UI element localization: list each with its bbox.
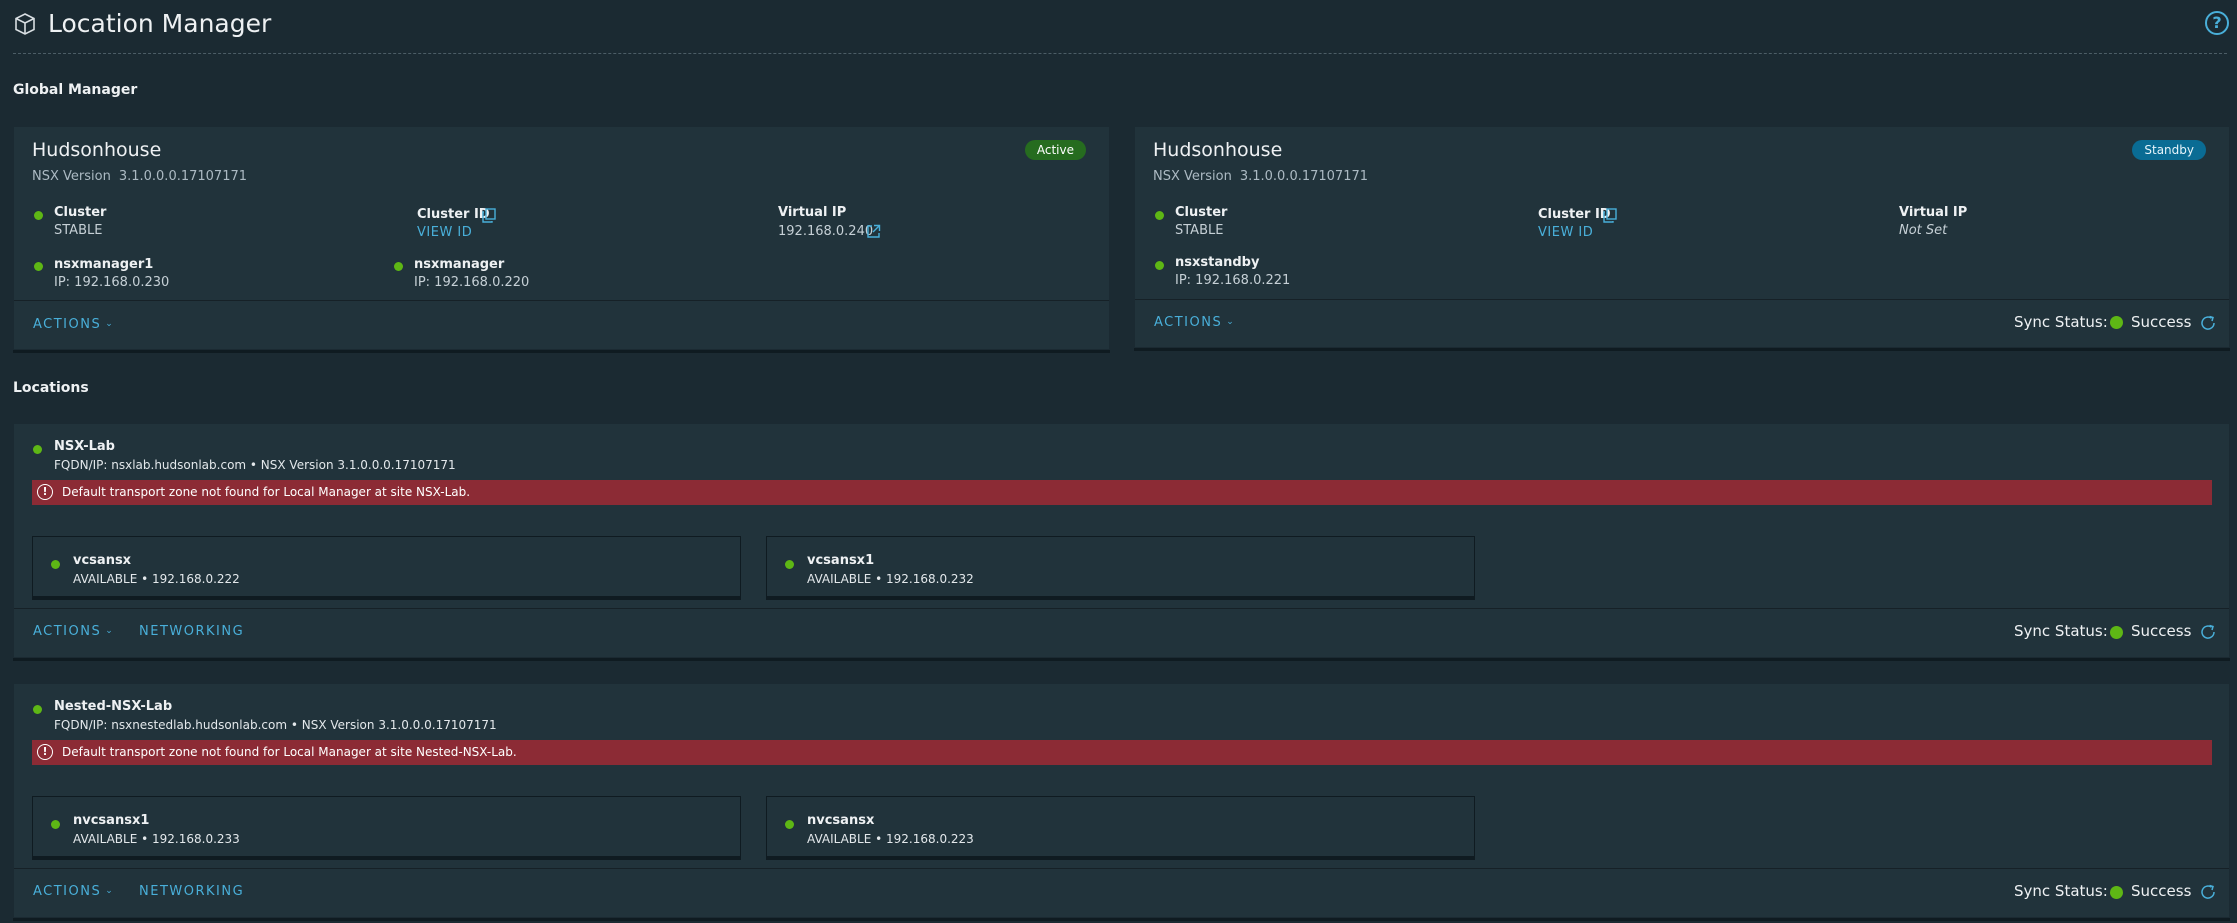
copy-icon[interactable] <box>482 208 496 223</box>
refresh-icon[interactable] <box>2199 623 2217 641</box>
sync-status-value: Success <box>2131 313 2192 331</box>
section-title-global-manager: Global Manager <box>13 82 138 98</box>
card-footer: ACTIONS ⌄ NETWORKING Sync Status: Success <box>14 608 2229 657</box>
vcenter-name: nvcsansx1 <box>73 813 150 828</box>
location-card-nsx-lab: NSX-Lab FQDN/IP: nsxlab.hudsonlab.com • … <box>13 423 2230 658</box>
external-link-icon[interactable] <box>866 224 881 239</box>
chevron-down-icon: ⌄ <box>1226 317 1236 327</box>
sync-status-value: Success <box>2131 882 2192 900</box>
view-id-link[interactable]: VIEW ID <box>417 225 472 240</box>
node-name: nsxstandby <box>1175 255 1260 270</box>
sync-status-label: Sync Status: <box>2014 882 2108 900</box>
actions-dropdown[interactable]: ACTIONS ⌄ <box>33 624 114 639</box>
vcenter-status-dot <box>51 820 60 829</box>
refresh-icon[interactable] <box>2199 314 2217 332</box>
actions-dropdown[interactable]: ACTIONS ⌄ <box>33 317 114 332</box>
networking-link[interactable]: NETWORKING <box>139 624 244 639</box>
sync-status-label: Sync Status: <box>2014 622 2108 640</box>
vcenter-card: nvcsansx AVAILABLE • 192.168.0.223 <box>766 796 1475 857</box>
vcenter-detail: AVAILABLE • 192.168.0.223 <box>807 832 974 846</box>
alert-message: Default transport zone not found for Loc… <box>62 485 471 499</box>
cluster-label: Cluster <box>1175 205 1228 220</box>
vcenter-card: nvcsansx1 AVAILABLE • 192.168.0.233 <box>32 796 741 857</box>
vcenter-name: nvcsansx <box>807 813 875 828</box>
networking-link[interactable]: NETWORKING <box>139 884 244 899</box>
node-ip: IP: 192.168.0.230 <box>54 275 170 290</box>
gm-card-active: Hudsonhouse Active NSX Version 3.1.0.0.0.… <box>13 126 1110 350</box>
cluster-value: STABLE <box>1175 223 1224 238</box>
location-status-dot <box>33 705 42 714</box>
gm-version: NSX Version 3.1.0.0.0.17107171 <box>1153 169 1369 184</box>
vcenter-card: vcsansx AVAILABLE • 192.168.0.222 <box>32 536 741 597</box>
help-icon[interactable]: ? <box>2205 11 2229 35</box>
virtual-ip-value: 192.168.0.240 <box>778 224 874 239</box>
location-fqdn: FQDN/IP: nsxlab.hudsonlab.com • NSX Vers… <box>54 458 456 472</box>
node-name: nsxmanager <box>414 257 505 272</box>
cluster-status-dot <box>1155 211 1164 220</box>
actions-dropdown[interactable]: ACTIONS ⌄ <box>33 884 114 899</box>
virtual-ip-label: Virtual IP <box>1899 205 1968 220</box>
gm-version: NSX Version 3.1.0.0.0.17107171 <box>32 169 248 184</box>
gm-card-standby: Hudsonhouse Standby NSX Version 3.1.0.0.0… <box>1134 126 2230 348</box>
location-fqdn: FQDN/IP: nsxnestedlab.hudsonlab.com • NS… <box>54 718 497 732</box>
card-footer: ACTIONS ⌄ <box>14 300 1109 349</box>
chevron-down-icon: ⌄ <box>105 626 115 636</box>
cluster-id-label: Cluster ID <box>1538 207 1611 222</box>
virtual-ip-label: Virtual IP <box>778 205 847 220</box>
node-ip: IP: 192.168.0.221 <box>1175 273 1291 288</box>
actions-dropdown[interactable]: ACTIONS ⌄ <box>1154 315 1235 330</box>
node-name: nsxmanager1 <box>54 257 154 272</box>
sync-status-value: Success <box>2131 622 2192 640</box>
status-badge-standby: Standby <box>2132 140 2206 160</box>
node-status-dot <box>394 262 403 271</box>
header-divider <box>13 53 2227 54</box>
vcenter-status-dot <box>785 560 794 569</box>
vcenter-status-dot <box>51 560 60 569</box>
node-ip: IP: 192.168.0.220 <box>414 275 530 290</box>
location-status-dot <box>33 445 42 454</box>
cluster-value: STABLE <box>54 223 103 238</box>
vcenter-detail: AVAILABLE • 192.168.0.233 <box>73 832 240 846</box>
alert-circle-icon: ! <box>37 744 53 760</box>
gm-name: Hudsonhouse <box>1153 139 1283 161</box>
page-header: Location Manager ? <box>0 0 2237 54</box>
card-footer: ACTIONS ⌄ Sync Status: Success <box>1135 299 2229 347</box>
error-alert: ! Default transport zone not found for L… <box>32 740 2212 765</box>
sync-status-dot <box>2110 316 2123 329</box>
status-badge-active: Active <box>1024 140 1086 160</box>
vcenter-name: vcsansx <box>73 553 132 568</box>
refresh-icon[interactable] <box>2199 883 2217 901</box>
vcenter-status-dot <box>785 820 794 829</box>
location-card-nested-nsx-lab: Nested-NSX-Lab FQDN/IP: nsxnestedlab.hud… <box>13 683 2230 918</box>
chevron-down-icon: ⌄ <box>105 319 115 329</box>
vcenter-name: vcsansx1 <box>807 553 875 568</box>
section-title-locations: Locations <box>13 380 89 396</box>
location-name: NSX-Lab <box>54 439 115 454</box>
card-footer: ACTIONS ⌄ NETWORKING Sync Status: Success <box>14 868 2229 917</box>
gm-name: Hudsonhouse <box>32 139 162 161</box>
chevron-down-icon: ⌄ <box>105 886 115 896</box>
location-name: Nested-NSX-Lab <box>54 699 173 714</box>
cluster-status-dot <box>34 211 43 220</box>
box-icon <box>15 13 35 35</box>
copy-icon[interactable] <box>1603 208 1617 223</box>
alert-message: Default transport zone not found for Loc… <box>62 745 517 759</box>
virtual-ip-value: Not Set <box>1899 223 1948 238</box>
cluster-label: Cluster <box>54 205 107 220</box>
sync-status-label: Sync Status: <box>2014 313 2108 331</box>
sync-status-dot <box>2110 626 2123 639</box>
vcenter-card: vcsansx1 AVAILABLE • 192.168.0.232 <box>766 536 1475 597</box>
alert-circle-icon: ! <box>37 484 53 500</box>
error-alert: ! Default transport zone not found for L… <box>32 480 2212 505</box>
view-id-link[interactable]: VIEW ID <box>1538 225 1593 240</box>
vcenter-detail: AVAILABLE • 192.168.0.232 <box>807 572 974 586</box>
node-status-dot <box>1155 261 1164 270</box>
sync-status-dot <box>2110 886 2123 899</box>
vcenter-detail: AVAILABLE • 192.168.0.222 <box>73 572 240 586</box>
page-title: Location Manager <box>48 9 272 38</box>
cluster-id-label: Cluster ID <box>417 207 490 222</box>
node-status-dot <box>34 262 43 271</box>
